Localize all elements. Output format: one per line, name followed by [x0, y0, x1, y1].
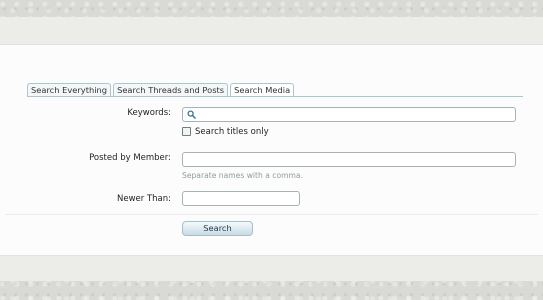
search-icon: [187, 110, 196, 119]
newer-than-input[interactable]: [182, 191, 300, 206]
member-label: Posted by Member:: [89, 153, 171, 163]
form-divider: [5, 214, 538, 215]
search-button[interactable]: Search: [182, 221, 253, 236]
tab-search-everything[interactable]: Search Everything: [27, 83, 112, 96]
newer-than-label: Newer Than:: [116, 194, 171, 204]
member-input[interactable]: [182, 152, 516, 167]
tab-search-media[interactable]: Search Media: [230, 83, 295, 97]
tabs-underline: [27, 96, 523, 97]
keywords-label: Keywords:: [127, 108, 171, 118]
titles-only-checkbox[interactable]: [182, 127, 191, 136]
member-hint: Separate names with a comma.: [182, 171, 303, 180]
search-tabs: Search Everything Search Threads and Pos…: [27, 83, 295, 97]
titles-only-label[interactable]: Search titles only: [195, 127, 269, 137]
tab-search-threads-posts[interactable]: Search Threads and Posts: [113, 83, 229, 96]
search-form-container: [0, 44, 543, 256]
keywords-input[interactable]: [182, 107, 516, 122]
